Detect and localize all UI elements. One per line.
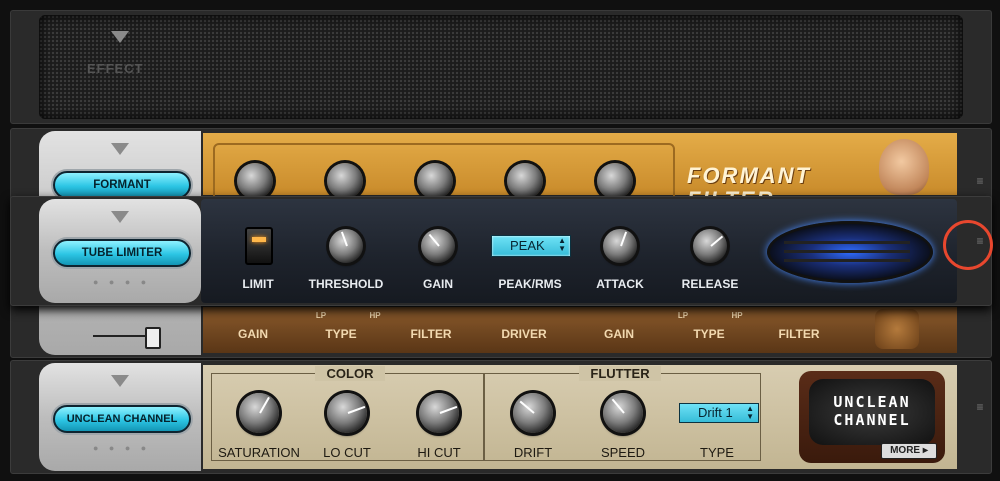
unclean-panel: COLOR FLUTTER SATURATION LO CUT HI CUT D… <box>203 365 957 469</box>
formant-knob-1[interactable] <box>237 163 273 199</box>
unclean-dots: ● ● ● ● <box>93 443 151 453</box>
formant-lower-label-3: FILTER <box>410 327 452 341</box>
unclean-tv-screen: UNCLEAN CHANNEL <box>809 379 935 445</box>
formant-logo-emblem <box>875 309 919 349</box>
vent-bar-2 <box>784 250 910 253</box>
drift-label: DRIFT <box>513 445 553 460</box>
drift-knob[interactable] <box>513 393 553 433</box>
formant-lower-label-1: GAIN <box>238 327 268 341</box>
tube-limiter-dots: ● ● ● ● <box>93 277 151 287</box>
unclean-tv-frame: UNCLEAN CHANNEL MORE ▸ <box>799 371 945 463</box>
flutter-section-title: FLUTTER <box>579 366 661 381</box>
unclean-logo-line2: CHANNEL <box>833 411 911 429</box>
formant-hp-label-1: HP <box>369 311 381 320</box>
peak-rms-selector[interactable]: PEAK ▲ ▼ <box>491 235 571 257</box>
formant-lower-panel: GAIN TYPE FILTER DRIVER GAIN TYPE FILTER… <box>203 307 957 353</box>
tube-limiter-menu-arrow-icon[interactable] <box>111 211 129 223</box>
formant-lower-label-2: TYPE <box>325 327 357 341</box>
release-label: RELEASE <box>681 277 739 291</box>
formant-knob-5[interactable] <box>597 163 633 199</box>
saturation-knob[interactable] <box>239 393 279 433</box>
vent-bar-1 <box>784 241 910 244</box>
type-selector-arrows-icon: ▲ ▼ <box>746 404 754 421</box>
attack-label: ATTACK <box>596 277 644 291</box>
tube-limiter-panel: LIMIT THRESHOLD GAIN PEAK ▲ ▼ PEAK/RMS AT… <box>201 199 957 303</box>
speed-label: SPEED <box>600 445 646 460</box>
limit-label: LIMIT <box>242 277 274 291</box>
speed-knob[interactable] <box>603 393 643 433</box>
hi-cut-knob[interactable] <box>419 393 459 433</box>
slot-menu-arrow-icon[interactable] <box>111 31 129 43</box>
limit-led <box>252 237 266 242</box>
formant-knob-3[interactable] <box>417 163 453 199</box>
threshold-label: THRESHOLD <box>308 277 384 291</box>
limit-switch[interactable] <box>245 227 273 265</box>
formant-lp-label-1: LP <box>315 311 327 320</box>
tube-limiter-module: TUBE LIMITER ● ● ● ● LIMIT THRESHOLD GAI… <box>10 196 992 306</box>
unclean-channel-module: UNCLEAN CHANNEL ● ● ● ● COLOR FLUTTER SA… <box>10 360 992 474</box>
formant-menu-arrow-icon[interactable] <box>111 143 129 155</box>
formant-knob-2[interactable] <box>327 163 363 199</box>
highlight-circle <box>943 220 993 270</box>
unclean-side-panel: UNCLEAN CHANNEL ● ● ● ● <box>39 363 201 471</box>
tube-glow-vent <box>767 221 933 283</box>
selector-arrows-icon: ▲ ▼ <box>558 236 566 253</box>
tube-limiter-name-pill[interactable]: TUBE LIMITER <box>53 239 191 267</box>
type-label: TYPE <box>700 445 734 460</box>
formant-lower-label-6: TYPE <box>693 327 725 341</box>
lo-cut-label: LO CUT <box>323 445 371 460</box>
formant-knob-4[interactable] <box>507 163 543 199</box>
hi-cut-label: HI CUT <box>417 445 461 460</box>
formant-lower-label-7: FILTER <box>778 327 820 341</box>
release-knob[interactable] <box>693 229 727 263</box>
flutter-type-value: Drift 1 <box>698 405 733 420</box>
formant-slider-handle[interactable] <box>145 327 161 349</box>
saturation-label: SATURATION <box>218 445 300 460</box>
formant-name-pill[interactable]: FORMANT <box>53 171 191 199</box>
attack-knob[interactable] <box>603 229 637 263</box>
speaker-grille <box>39 15 963 119</box>
unclean-drag-handle-icon[interactable]: ≡ <box>973 401 987 413</box>
formant-lower-label-4: DRIVER <box>501 327 547 341</box>
formant-lower-label-5: GAIN <box>604 327 634 341</box>
more-button[interactable]: MORE ▸ <box>881 443 937 459</box>
formant-logo-line1: FORMANT <box>687 163 811 188</box>
gain-label: GAIN <box>423 277 453 291</box>
formant-lp-label-2: LP <box>677 311 689 320</box>
lo-cut-knob[interactable] <box>327 393 367 433</box>
empty-effect-slot: EFFECT <box>10 10 992 124</box>
gain-knob[interactable] <box>421 229 455 263</box>
unclean-menu-arrow-icon[interactable] <box>111 375 129 387</box>
formant-slider-track <box>93 335 145 337</box>
tube-limiter-side-panel: TUBE LIMITER ● ● ● ● <box>39 199 201 303</box>
formant-hp-label-2: HP <box>731 311 743 320</box>
threshold-knob[interactable] <box>329 229 363 263</box>
character-face-image <box>879 139 929 195</box>
peak-rms-label: PEAK/RMS <box>498 277 562 291</box>
unclean-logo-line1: UNCLEAN <box>833 393 911 411</box>
peak-rms-value: PEAK <box>510 238 545 253</box>
empty-slot-label: EFFECT <box>87 61 144 76</box>
formant-drag-handle-icon[interactable]: ≡ <box>973 175 987 187</box>
formant-amber-panel: FORMANT FILTER <box>203 133 957 212</box>
color-section-title: COLOR <box>315 366 385 381</box>
vent-bar-3 <box>784 259 910 262</box>
flutter-type-selector[interactable]: Drift 1 ▲ ▼ <box>679 403 759 423</box>
unclean-name-pill[interactable]: UNCLEAN CHANNEL <box>53 405 191 433</box>
